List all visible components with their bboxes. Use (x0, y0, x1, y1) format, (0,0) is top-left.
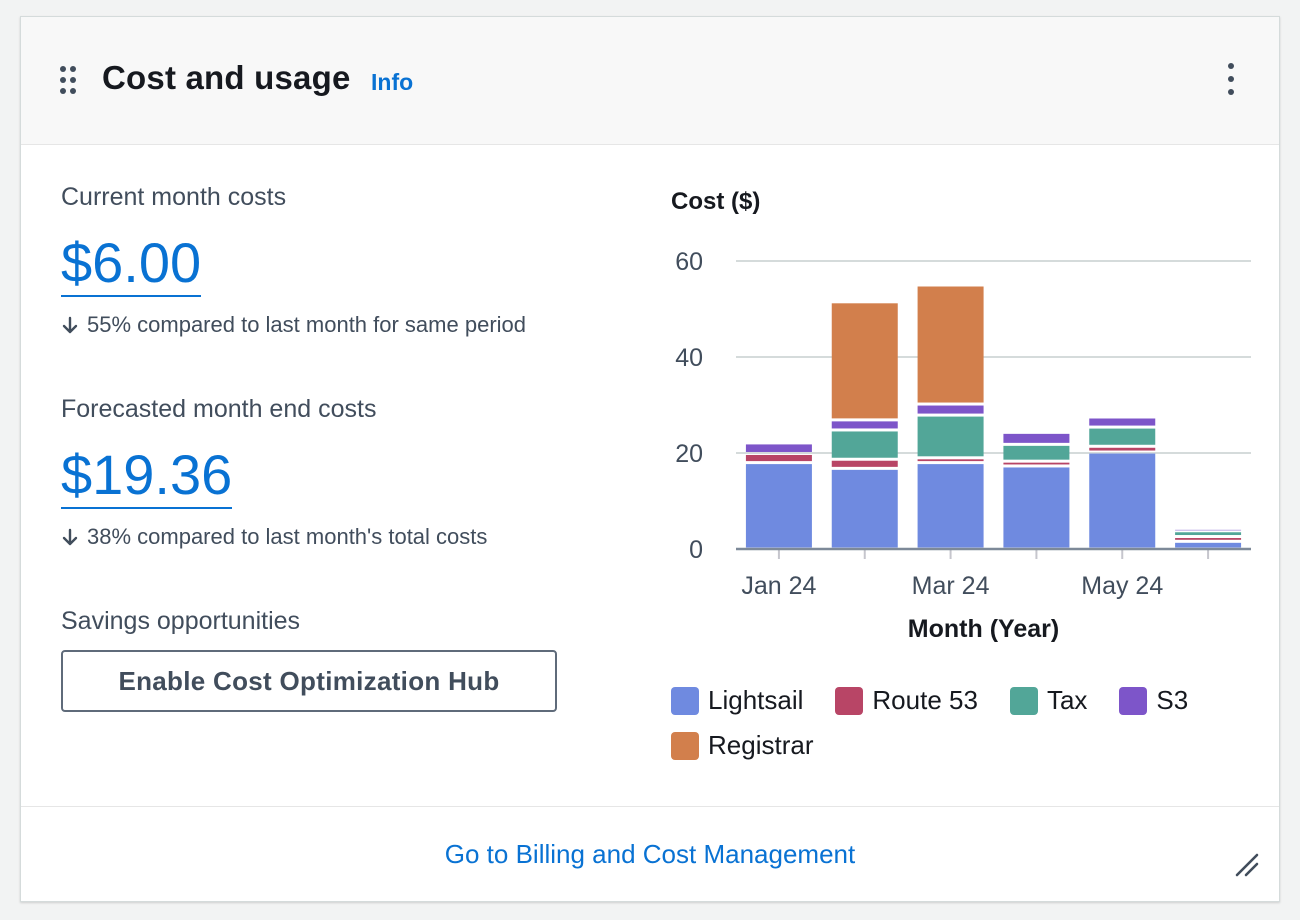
legend-item-s3[interactable]: S3 (1119, 685, 1188, 716)
chart-title: Cost ($) (671, 188, 760, 215)
y-tick-label: 60 (675, 248, 703, 276)
bar-tax (1089, 428, 1156, 445)
bar-route-53 (831, 460, 898, 467)
legend-item-registrar[interactable]: Registrar (671, 730, 813, 761)
bar-registrar (917, 286, 984, 403)
legend-item-lightsail[interactable]: Lightsail (671, 685, 803, 716)
bar-registrar (831, 303, 898, 419)
y-tick-label: 40 (675, 344, 703, 372)
legend-label: Tax (1046, 685, 1088, 715)
forecasted-costs-label: Forecasted month end costs (61, 395, 377, 423)
cost-chart-svg: Cost ($) 0 20 40 60 Jan 24 Mar 24 May 24 Month (… (671, 188, 1251, 643)
y-tick-label: 20 (675, 440, 703, 468)
enable-cost-optimization-hub-button[interactable]: Enable Cost Optimization Hub (61, 650, 557, 712)
arrow-down-icon (62, 528, 78, 546)
bar-lightsail (831, 469, 898, 548)
info-link[interactable]: Info (371, 69, 413, 96)
bar-route-53 (1089, 447, 1156, 451)
x-axis-label: Month (Year) (908, 615, 1059, 643)
bar-lightsail (745, 464, 812, 548)
current-month-change-text: 55% compared to last month for same peri… (87, 312, 527, 337)
bar-route-53 (745, 454, 812, 462)
resize-handle-icon[interactable] (1233, 851, 1259, 877)
forecasted-costs-value[interactable]: $19.36 (61, 445, 233, 509)
savings-opportunities-label: Savings opportunities (61, 607, 301, 635)
bar-s3 (1175, 529, 1242, 531)
legend-item-route-53[interactable]: Route 53 (835, 685, 978, 716)
legend-label: Registrar (708, 730, 814, 760)
current-month-change: 55% compared to last month for same peri… (61, 312, 526, 338)
billing-link[interactable]: Go to Billing and Cost Management (21, 839, 1279, 870)
forecasted-change-text: 38% compared to last month's total costs (87, 524, 488, 549)
legend-label: S3 (1156, 685, 1189, 715)
legend-swatch (1119, 686, 1148, 715)
legend-swatch (671, 686, 699, 715)
widget-footer: Go to Billing and Cost Management (21, 806, 1279, 901)
legend-label: Route 53 (872, 685, 978, 715)
bar-lightsail (1089, 453, 1156, 548)
legend-swatch (1009, 686, 1038, 715)
bar-tax (1175, 532, 1242, 536)
legend-swatch (671, 731, 699, 760)
bar-s3 (917, 405, 984, 414)
widget-body: Current month costs $6.00 55% compared t… (21, 145, 1279, 809)
widget-title: Cost and usage (102, 59, 351, 96)
x-tick-label: May 24 (1081, 572, 1163, 600)
y-tick-label: 0 (689, 536, 703, 564)
bar-tax (1003, 445, 1070, 460)
cost-and-usage-widget: Cost and usage Info Current month costs … (20, 16, 1280, 902)
bar-route-53 (917, 459, 984, 462)
chart-legend: Lightsail Route 53 Tax S3 Registrar (671, 685, 1251, 775)
bar-s3 (1003, 433, 1070, 443)
bar-lightsail (1003, 467, 1070, 548)
bar-lightsail (917, 464, 984, 548)
bar-tax (831, 431, 898, 458)
bar-route-53 (1175, 538, 1242, 540)
x-tick-label: Mar 24 (912, 572, 990, 600)
bar-route-53 (1003, 462, 1070, 465)
current-month-costs-value[interactable]: $6.00 (61, 233, 202, 297)
bar-s3 (1089, 418, 1156, 426)
more-vertical-icon[interactable] (1219, 61, 1243, 97)
forecasted-change: 38% compared to last month's total costs (61, 524, 487, 550)
drag-handle-icon[interactable] (59, 65, 79, 95)
arrow-down-icon (62, 316, 78, 334)
bar-tax (917, 416, 984, 457)
legend-swatch (835, 686, 864, 715)
legend-item-tax[interactable]: Tax (1009, 685, 1088, 716)
bar-lightsail (1175, 542, 1242, 548)
current-month-costs-label: Current month costs (61, 183, 287, 211)
x-tick-label: Jan 24 (741, 572, 816, 600)
legend-label: Lightsail (708, 685, 804, 715)
bar-s3 (831, 421, 898, 429)
bar-s3 (745, 444, 812, 452)
widget-header: Cost and usage Info (21, 17, 1279, 145)
